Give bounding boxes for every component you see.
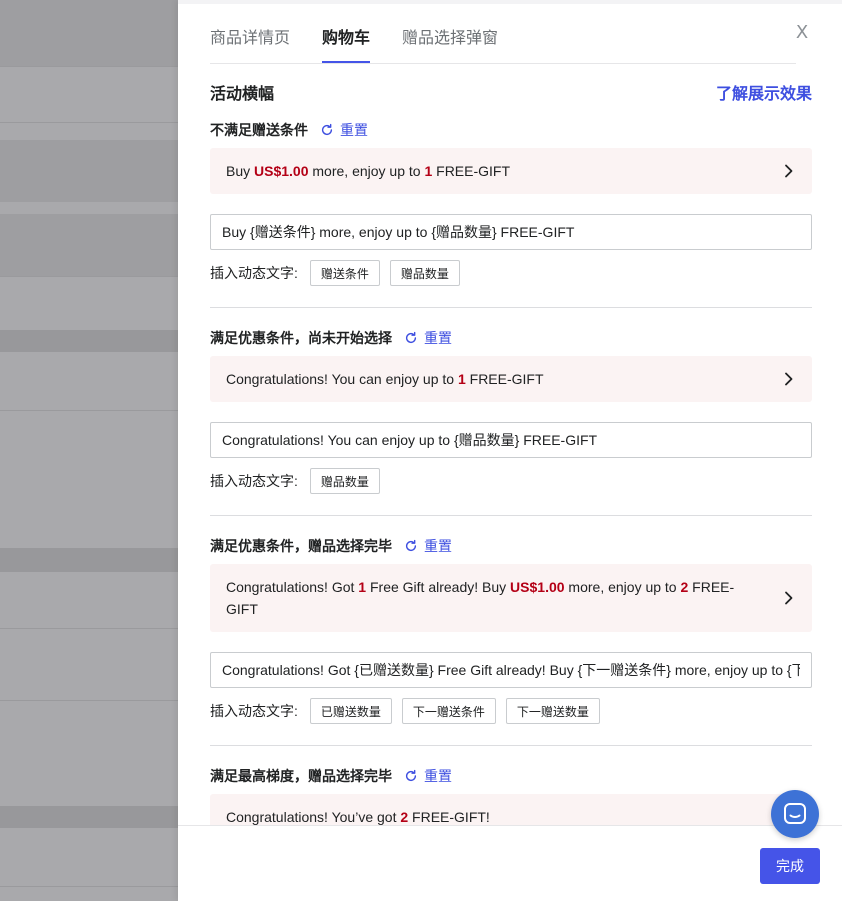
tab-cart[interactable]: 购物车	[322, 24, 371, 63]
preview-text-part: Congratulations! You’ve got	[226, 809, 401, 825]
settings-drawer: 商品详情页 购物车 赠品选择弹窗 X 活动横幅 了解展示效果 不满足赠送条件 重…	[178, 0, 842, 901]
preview-highlight: 1	[358, 579, 367, 595]
backdrop-divider	[0, 122, 178, 123]
reset-button[interactable]: 重置	[404, 328, 452, 348]
reset-button[interactable]: 重置	[404, 766, 452, 786]
preview-highlight: US$1.00	[254, 163, 309, 179]
banner-preview[interactable]: Congratulations! You can enjoy up to 1 F…	[210, 356, 812, 402]
preview-text-part: Buy	[226, 163, 255, 179]
tab-gift-popup[interactable]: 赠品选择弹窗	[402, 24, 498, 63]
insert-chip[interactable]: 已赠送数量	[309, 698, 392, 724]
preview-highlight: 2	[400, 809, 409, 825]
preview-text: Congratulations! You’ve got 2 FREE-GIFT!	[226, 806, 490, 825]
learn-more-link[interactable]: 了解展示效果	[716, 80, 812, 104]
tab-bar: 商品详情页 购物车 赠品选择弹窗	[210, 20, 796, 64]
section-title: 满足最高梯度，赠品选择完毕	[210, 768, 392, 784]
backdrop-band	[0, 330, 178, 352]
preview-highlight: 1	[457, 371, 466, 387]
banner-text-input[interactable]	[210, 422, 812, 458]
section-divider	[210, 515, 812, 516]
reset-label: 重置	[424, 538, 452, 554]
drawer-top-strip	[178, 0, 842, 4]
preview-text-part: Congratulations! Got	[226, 579, 359, 595]
section-title: 不满足赠送条件	[210, 122, 308, 138]
backdrop-band	[0, 140, 178, 202]
preview-text-part: FREE-GIFT!	[408, 809, 490, 825]
backdrop-band	[0, 0, 178, 66]
chat-icon	[784, 803, 806, 824]
reset-icon	[405, 769, 417, 782]
section-divider	[210, 745, 812, 746]
insert-label: 插入动态文字:	[210, 473, 298, 489]
backdrop-band	[0, 214, 178, 276]
insert-label: 插入动态文字:	[210, 265, 298, 281]
chat-launcher-button[interactable]	[771, 790, 819, 838]
reset-icon	[405, 331, 417, 344]
backdrop-band	[0, 806, 178, 828]
insert-chip[interactable]: 赠品数量	[309, 468, 380, 494]
page-backdrop[interactable]	[0, 0, 178, 901]
reset-label: 重置	[424, 330, 452, 346]
drawer-content: 活动横幅 了解展示效果 不满足赠送条件 重置 Buy US$1.00 more,…	[210, 64, 812, 825]
backdrop-divider	[0, 700, 178, 701]
reset-icon	[321, 123, 333, 136]
insert-chip[interactable]: 下一赠送数量	[505, 698, 600, 724]
section-title-row: 不满足赠送条件 重置	[210, 120, 368, 140]
section-title: 满足优惠条件，赠品选择完毕	[210, 538, 392, 554]
close-icon[interactable]: X	[792, 22, 812, 44]
backdrop-band	[0, 548, 178, 572]
section-title: 满足优惠条件，尚未开始选择	[210, 330, 392, 346]
reset-icon	[405, 539, 417, 552]
preview-text: Buy US$1.00 more, enjoy up to 1 FREE-GIF…	[226, 160, 510, 182]
insert-dynamic-row: 插入动态文字: 已赠送数量 下一赠送条件 下一赠送数量	[210, 697, 610, 725]
chevron-right-icon	[785, 164, 793, 178]
banner-title: 活动横幅	[210, 86, 275, 103]
preview-text-part: Congratulations! You can enjoy up to	[226, 371, 458, 387]
preview-highlight: US$1.00	[510, 579, 565, 595]
chevron-right-icon	[785, 372, 793, 386]
section-title-row: 满足优惠条件，尚未开始选择 重置	[210, 328, 452, 348]
insert-dynamic-row: 插入动态文字: 赠送条件 赠品数量	[210, 259, 470, 287]
insert-chip[interactable]: 下一赠送条件	[401, 698, 496, 724]
insert-chip[interactable]: 赠送条件	[309, 260, 380, 286]
chevron-right-icon	[785, 591, 793, 605]
section-title-row: 满足优惠条件，赠品选择完毕 重置	[210, 536, 452, 556]
preview-text-part: FREE-GIFT	[465, 371, 544, 387]
preview-text-part: Free Gift already! Buy	[366, 579, 511, 595]
insert-chip[interactable]: 赠品数量	[389, 260, 460, 286]
banner-preview[interactable]: Buy US$1.00 more, enjoy up to 1 FREE-GIF…	[210, 148, 812, 194]
insert-dynamic-row: 插入动态文字: 赠品数量	[210, 467, 390, 495]
backdrop-divider	[0, 628, 178, 629]
section-divider	[210, 307, 812, 308]
banner-header: 活动横幅 了解展示效果	[210, 80, 812, 104]
banner-text-input[interactable]	[210, 214, 812, 250]
backdrop-divider	[0, 410, 178, 411]
done-button[interactable]: 完成	[760, 848, 820, 884]
section-title-row: 满足最高梯度，赠品选择完毕 重置	[210, 766, 452, 786]
reset-button[interactable]: 重置	[320, 120, 368, 140]
preview-text: Congratulations! Got 1 Free Gift already…	[226, 576, 760, 620]
preview-text: Congratulations! You can enjoy up to 1 F…	[226, 368, 544, 390]
preview-text-part: FREE-GIFT	[432, 163, 511, 179]
tab-product-detail[interactable]: 商品详情页	[210, 24, 290, 63]
preview-text-part: more, enjoy up to	[308, 163, 425, 179]
backdrop-divider	[0, 66, 178, 67]
insert-label: 插入动态文字:	[210, 703, 298, 719]
backdrop-divider	[0, 886, 178, 887]
banner-text-input[interactable]	[210, 652, 812, 688]
banner-preview[interactable]: Congratulations! Got 1 Free Gift already…	[210, 564, 812, 632]
reset-label: 重置	[424, 768, 452, 784]
reset-button[interactable]: 重置	[404, 536, 452, 556]
drawer-footer: 完成	[178, 825, 842, 901]
banner-preview[interactable]: Congratulations! You’ve got 2 FREE-GIFT!	[210, 794, 812, 825]
preview-text-part: more, enjoy up to	[564, 579, 681, 595]
reset-label: 重置	[340, 122, 368, 138]
backdrop-divider	[0, 276, 178, 277]
